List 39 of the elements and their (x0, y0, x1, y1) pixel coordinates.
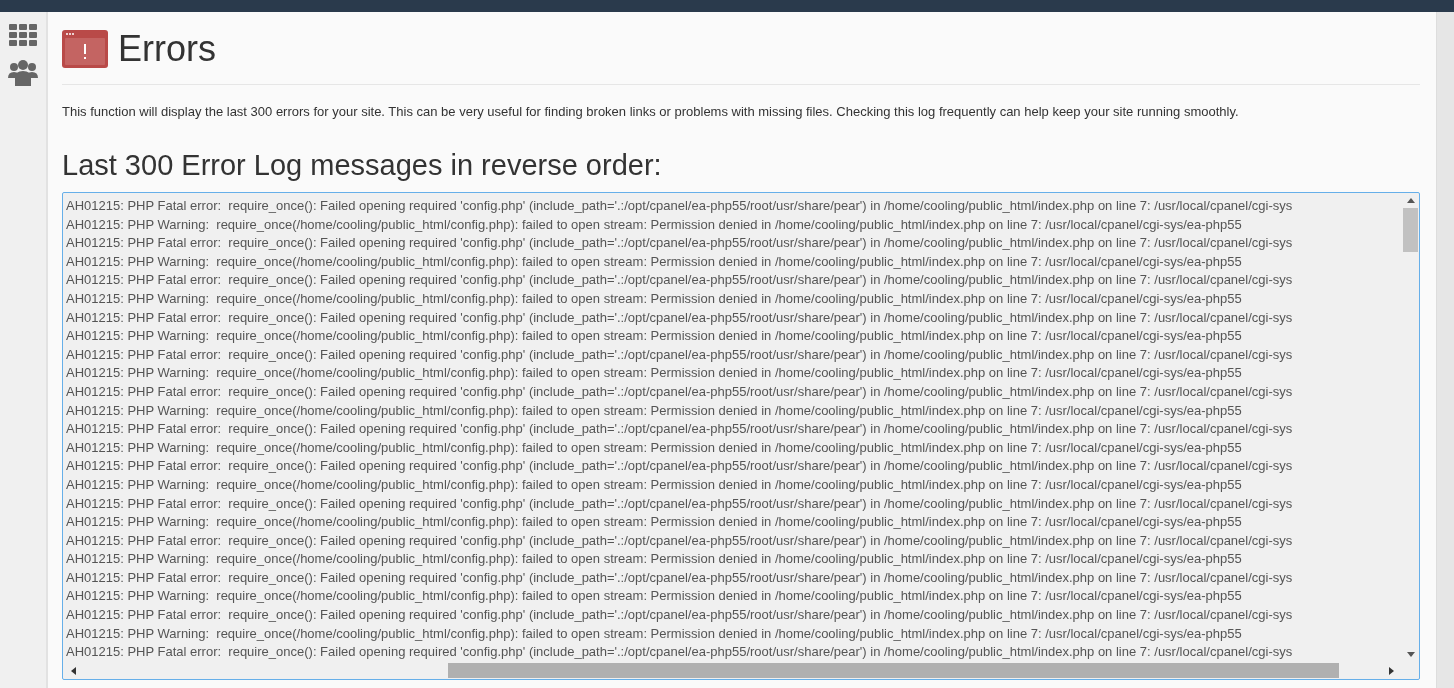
log-line: AH01215: PHP Warning: require_once(/home/cooling/public_html/config.php): failed to open stream: Permission denied in /home/cooling/public_html/index.php on line 7: /usr/local/cpanel/cgi-sys/ea-php55 (66, 327, 1243, 346)
log-line: AH01215: PHP Fatal error: require_once(): Failed opening required 'config.php' (include_path='.:/opt/cpanel/ea-php55/root/usr/share/pear') in /home/cooling/public_html/index.php on line 7: /usr/local/cpanel/cgi-sys (66, 197, 1294, 215)
scroll-down-icon[interactable] (1406, 652, 1415, 657)
log-line: AH01215: PHP Warning: require_once(/home/cooling/public_html/config.php): failed to open stream: Permission denied in /home/cooling/public_html/index.php on line 7: /usr/local/cpanel/cgi-sys/ea-php55 (66, 289, 1243, 308)
scrollbar-thumb[interactable] (1403, 208, 1418, 252)
log-line: AH01215: PHP Warning: require_once(/home/cooling/public_html/config.php): failed to open stream: Permission denied in /home/cooling/public_html/index.php on line 7: /usr/local/cpanel/cgi-sys/ea-php55 (66, 438, 1243, 457)
log-heading: Last 300 Error Log messages in reverse order: (62, 149, 663, 182)
log-line: AH01215: PHP Warning: require_once(/home/cooling/public_html/config.php): failed to open stream: Permission denied in /home/cooling/public_html/index.php on line 7: /usr/local/cpanel/cgi-sys/ea-php55 (66, 215, 1243, 234)
log-line: AH01215: PHP Fatal error: require_once(): Failed opening required 'config.php' (include_path='.:/opt/cpanel/ea-php55/root/usr/share/pear') in /home/cooling/public_html/index.php on line 7: /usr/local/cpanel/cgi-sys (66, 234, 1294, 253)
log-line: AH01215: PHP Warning: require_once(/home/cooling/public_html/config.php): failed to open stream: Permission denied in /home/cooling/public_html/index.php on line 7: /usr/local/cpanel/cgi-sys/ea-php55 (66, 513, 1243, 532)
log-line: AH01215: PHP Fatal error: require_once(): Failed opening required 'config.php' (include_path='.:/opt/cpanel/ea-php55/root/usr/share/pear') in /home/cooling/public_html/index.php on line 7: /usr/local/cpanel/cgi-sys (66, 271, 1294, 290)
log-line: AH01215: PHP Fatal error: require_once(): Failed opening required 'config.php' (include_path='.:/opt/cpanel/ea-php55/root/usr/share/pear') in /home/cooling/public_html/index.php on line 7: /usr/local/cpanel/cgi-sys (66, 568, 1294, 587)
log-line: AH01215: PHP Fatal error: require_once(): Failed opening required 'config.php' (include_path='.:/opt/cpanel/ea-php55/root/usr/share/pear') in /home/cooling/public_html/index.php on line 7: /usr/local/cpanel/cgi-sys (66, 308, 1294, 327)
log-line: AH01215: PHP Warning: require_once(/home/cooling/public_html/config.php): failed to open stream: Permission denied in /home/cooling/public_html/index.php on line 7: /usr/local/cpanel/cgi-sys/ea-php55 (66, 475, 1243, 494)
scroll-left-icon[interactable] (71, 666, 76, 675)
users-icon[interactable] (8, 58, 38, 86)
page-scrollbar[interactable] (1436, 12, 1454, 688)
grid-icon[interactable] (9, 24, 37, 46)
error-window-icon (62, 30, 108, 68)
log-line: AH01215: PHP Warning: require_once(/home/cooling/public_html/config.php): failed to open stream: Permission denied in /home/cooling/public_html/index.php on line 7: /usr/local/cpanel/cgi-sys/ea-php55 (66, 624, 1243, 643)
log-line: AH01215: PHP Warning: require_once(/home/cooling/public_html/config.php): failed to open stream: Permission denied in /home/cooling/public_html/index.php on line 7: /usr/local/cpanel/cgi-sys/ea-php55 (66, 252, 1243, 271)
log-line: AH01215: PHP Fatal error: require_once(): Failed opening required 'config.php' (include_path='.:/opt/cpanel/ea-php55/root/usr/share/pear') in /home/cooling/public_html/index.php on line 7: /usr/local/cpanel/cgi-sys (66, 420, 1294, 439)
log-line: AH01215: PHP Warning: require_once(/home/cooling/public_html/config.php): failed to open stream: Permission denied in /home/cooling/public_html/index.php on line 7: /usr/local/cpanel/cgi-sys/ea-php55 (66, 401, 1243, 420)
log-line: AH01215: PHP Fatal error: require_once(): Failed opening required 'config.php' (include_path='.:/opt/cpanel/ea-php55/root/usr/share/pear') in /home/cooling/public_html/index.php on line 7: /usr/local/cpanel/cgi-sys (66, 494, 1294, 513)
scrollbar-thumb[interactable] (448, 663, 1339, 678)
scroll-up-icon[interactable] (1406, 198, 1415, 203)
log-line: AH01215: PHP Fatal error: require_once(): Failed opening required 'config.php' (include_path='.:/opt/cpanel/ea-php55/root/usr/share/pear') in /home/cooling/public_html/index.php on line 7: /usr/local/cpanel/cgi-sys (66, 531, 1294, 550)
log-line: AH01215: PHP Warning: require_once(/home/cooling/public_html/config.php): failed to open stream: Permission denied in /home/cooling/public_html/index.php on line 7: /usr/local/cpanel/cgi-sys/ea-php55 (66, 587, 1243, 606)
log-line: AH01215: PHP Warning: require_once(/home/cooling/public_html/config.php): failed to open stream: Permission denied in /home/cooling/public_html/index.php on line 7: /usr/local/cpanel/cgi-sys/ea-php55 (66, 550, 1243, 569)
error-log-textarea[interactable] (62, 192, 1420, 680)
log-line: AH01215: PHP Fatal error: require_once(): Failed opening required 'config.php' (include_path='.:/opt/cpanel/ea-php55/root/usr/share/pear') in /home/cooling/public_html/index.php on line 7: /usr/local/cpanel/cgi-sys (66, 606, 1294, 625)
page-description: This function will display the last 300 errors for your site. This can be very useful for finding broken links or problems with missing files. Checking this log frequently can help keep your site running smoothly. (62, 104, 1240, 119)
page-title: Errors (118, 28, 216, 70)
log-line: AH01215: PHP Warning: require_once(/home/cooling/public_html/config.php): failed to open stream: Permission denied in /home/cooling/public_html/index.php on line 7: /usr/local/cpanel/cgi-sys/ea-php55 (66, 364, 1243, 383)
log-line: AH01215: PHP Fatal error: require_once(): Failed opening required 'config.php' (include_path='.:/opt/cpanel/ea-php55/root/usr/share/pear') in /home/cooling/public_html/index.php on line 7: /usr/local/cpanel/cgi-sys (66, 457, 1294, 476)
log-line: AH01215: PHP Fatal error: require_once(): Failed opening required 'config.php' (include_path='.:/opt/cpanel/ea-php55/root/usr/share/pear') in /home/cooling/public_html/index.php on line 7: /usr/local/cpanel/cgi-sys (66, 345, 1294, 364)
log-line: AH01215: PHP Fatal error: require_once(): Failed opening required 'config.php' (include_path='.:/opt/cpanel/ea-php55/root/usr/share/pear') in /home/cooling/public_html/index.php on line 7: /usr/local/cpanel/cgi-sys (66, 382, 1294, 401)
log-line: AH01215: PHP Fatal error: require_once(): Failed opening required 'config.php' (include_path='.:/opt/cpanel/ea-php55/root/usr/share/pear') in /home/cooling/public_html/index.php on line 7: /usr/local/cpanel/cgi-sys (66, 643, 1294, 662)
scroll-right-icon[interactable] (1389, 666, 1394, 675)
